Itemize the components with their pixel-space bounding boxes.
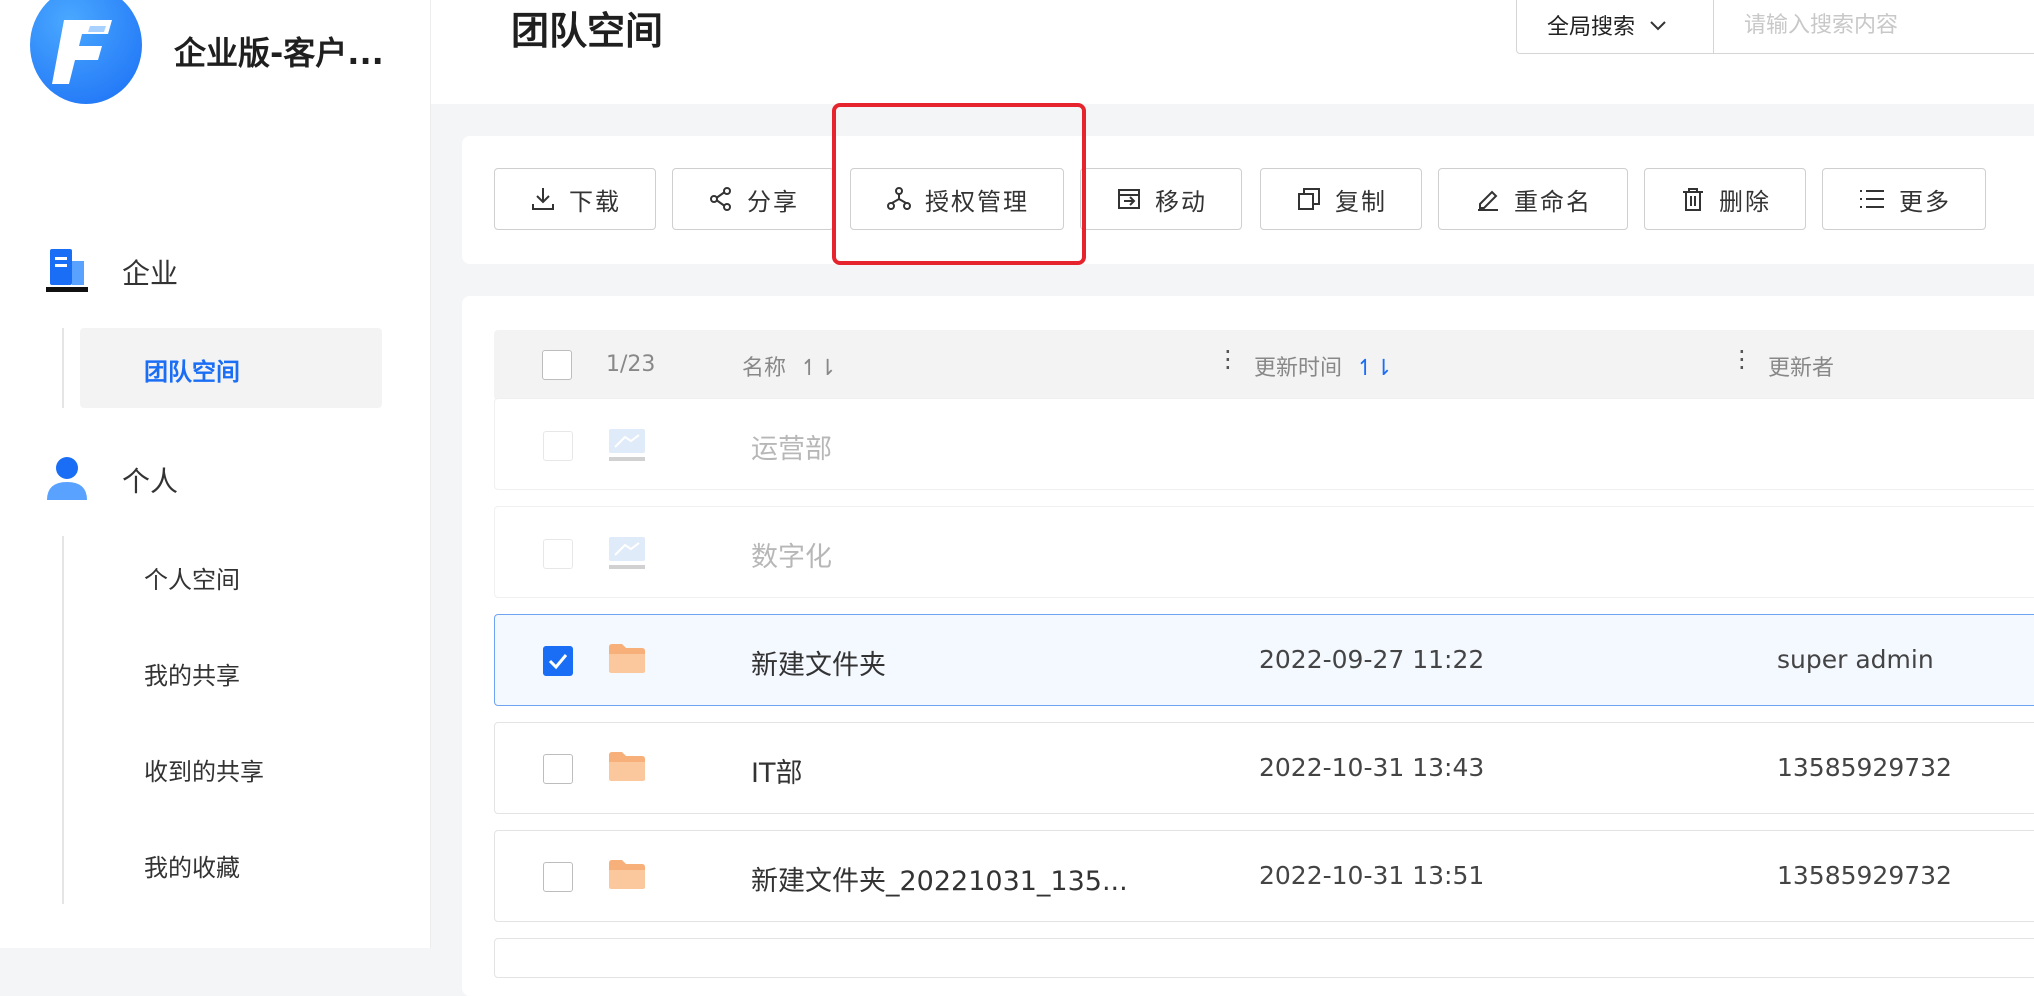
table-row[interactable] bbox=[494, 938, 2034, 978]
sidebar-item-personal-space[interactable]: 个人空间 bbox=[144, 560, 240, 595]
search-scope-select[interactable]: 全局搜索 bbox=[1516, 0, 1714, 54]
column-updated-header[interactable]: 更新时间 ↿⇂ bbox=[1254, 350, 1393, 382]
sidebar-item-received-shares[interactable]: 收到的共享 bbox=[144, 752, 264, 787]
copy-button[interactable]: 复制 bbox=[1260, 168, 1422, 230]
row-updated: 2022-09-27 11:22 bbox=[1259, 645, 1485, 674]
trash-icon bbox=[1683, 188, 1703, 211]
section-label: 企业 bbox=[122, 257, 179, 290]
sidebar-item-my-shares[interactable]: 我的共享 bbox=[144, 656, 240, 691]
search-input[interactable] bbox=[1714, 0, 2034, 54]
more-button[interactable]: 更多 bbox=[1822, 168, 1986, 230]
app-logo bbox=[30, 0, 142, 104]
selection-count: 1/23 bbox=[606, 352, 656, 377]
table-row[interactable]: 运营部 bbox=[494, 398, 2034, 490]
move-label: 移动 bbox=[1155, 187, 1207, 216]
column-name-header[interactable]: 名称 ↿⇂ bbox=[742, 350, 837, 382]
share-icon bbox=[710, 187, 731, 211]
row-name[interactable]: 新建文件夹_20221031_135... bbox=[751, 859, 1128, 898]
row-checkbox[interactable] bbox=[543, 539, 573, 569]
folder-icon bbox=[607, 857, 647, 895]
tree-line bbox=[62, 536, 64, 904]
row-updater: 13585929732 bbox=[1777, 861, 1952, 890]
row-updater: 13585929732 bbox=[1777, 753, 1952, 782]
rename-button[interactable]: 重命名 bbox=[1438, 168, 1628, 230]
list-icon bbox=[1860, 190, 1884, 208]
edit-icon bbox=[1478, 190, 1498, 211]
download-button[interactable]: 下载 bbox=[494, 168, 656, 230]
table-row[interactable]: IT部 2022-10-31 13:43 13585929732 bbox=[494, 722, 2034, 814]
user-icon bbox=[44, 452, 90, 508]
row-name[interactable]: IT部 bbox=[751, 751, 802, 790]
tree-line bbox=[62, 328, 64, 408]
more-label: 更多 bbox=[1899, 187, 1951, 216]
table-row[interactable]: 新建文件夹 2022-09-27 11:22 super admin bbox=[494, 614, 2034, 706]
copy-label: 复制 bbox=[1335, 187, 1387, 216]
chevron-down-icon bbox=[1649, 13, 1667, 38]
row-updated: 2022-10-31 13:43 bbox=[1259, 753, 1485, 782]
sidebar-item-favorites[interactable]: 我的收藏 bbox=[144, 848, 240, 883]
highlight-annotation bbox=[832, 103, 1086, 265]
sidebar-item-label: 团队空间 bbox=[144, 358, 240, 386]
select-all-checkbox[interactable] bbox=[542, 350, 572, 380]
search-scope-label: 全局搜索 bbox=[1547, 15, 1636, 40]
building-icon bbox=[44, 245, 90, 299]
copy-icon bbox=[1298, 188, 1320, 210]
delete-label: 删除 bbox=[1719, 187, 1771, 216]
share-label: 分享 bbox=[747, 187, 799, 216]
row-updated: 2022-10-31 13:51 bbox=[1259, 861, 1485, 890]
sort-icon[interactable]: ↿⇂ bbox=[800, 356, 837, 381]
page-title: 团队空间 bbox=[511, 9, 664, 53]
section-label: 个人 bbox=[122, 465, 179, 498]
list-header: 1/23 名称 ↿⇂ · · · 更新时间 ↿⇂ · · · 更新者 bbox=[494, 330, 2034, 400]
row-name[interactable]: 数字化 bbox=[751, 535, 832, 574]
column-label: 名称 bbox=[742, 356, 787, 381]
row-name[interactable]: 运营部 bbox=[751, 427, 832, 466]
column-label: 更新时间 bbox=[1254, 356, 1343, 381]
row-checkbox[interactable] bbox=[543, 646, 573, 676]
folder-icon bbox=[607, 641, 647, 679]
row-name[interactable]: 新建文件夹 bbox=[751, 643, 886, 682]
folder-icon bbox=[607, 749, 647, 787]
download-label: 下载 bbox=[569, 187, 621, 216]
row-checkbox[interactable] bbox=[543, 754, 573, 784]
app-name: 企业版-客户... bbox=[174, 34, 384, 72]
column-updater-header[interactable]: 更新者 bbox=[1768, 350, 1834, 382]
table-row[interactable]: 数字化 bbox=[494, 506, 2034, 598]
column-label: 更新者 bbox=[1768, 356, 1835, 381]
toolbar: 下载 分享 授权管理 移动 复制 重命名 删除 更多 bbox=[462, 136, 2034, 264]
rename-label: 重命名 bbox=[1514, 187, 1592, 216]
checkmark-icon bbox=[548, 654, 568, 670]
column-resize-handle[interactable]: · · · bbox=[1738, 340, 1746, 380]
column-resize-handle[interactable]: · · · bbox=[1224, 340, 1232, 380]
header: 团队空间 全局搜索 bbox=[431, 0, 2034, 104]
sort-icon[interactable]: ↿⇂ bbox=[1356, 356, 1393, 381]
table-row[interactable]: 新建文件夹_20221031_135... 2022-10-31 13:51 1… bbox=[494, 830, 2034, 922]
row-updater: super admin bbox=[1777, 645, 1934, 674]
delete-button[interactable]: 删除 bbox=[1644, 168, 1806, 230]
row-checkbox[interactable] bbox=[543, 862, 573, 892]
row-checkbox[interactable] bbox=[543, 431, 573, 461]
sidebar-item-team-space[interactable]: 团队空间 bbox=[80, 328, 382, 408]
move-icon bbox=[1118, 189, 1140, 209]
share-button[interactable]: 分享 bbox=[672, 168, 834, 230]
drive-icon bbox=[607, 425, 647, 469]
drive-icon bbox=[607, 533, 647, 577]
move-button[interactable]: 移动 bbox=[1080, 168, 1242, 230]
download-icon bbox=[532, 188, 554, 210]
sidebar: 企业版-客户... 企业 团队空间 个人 个人空间 我的共享 收到的共享 我的收… bbox=[0, 0, 431, 948]
